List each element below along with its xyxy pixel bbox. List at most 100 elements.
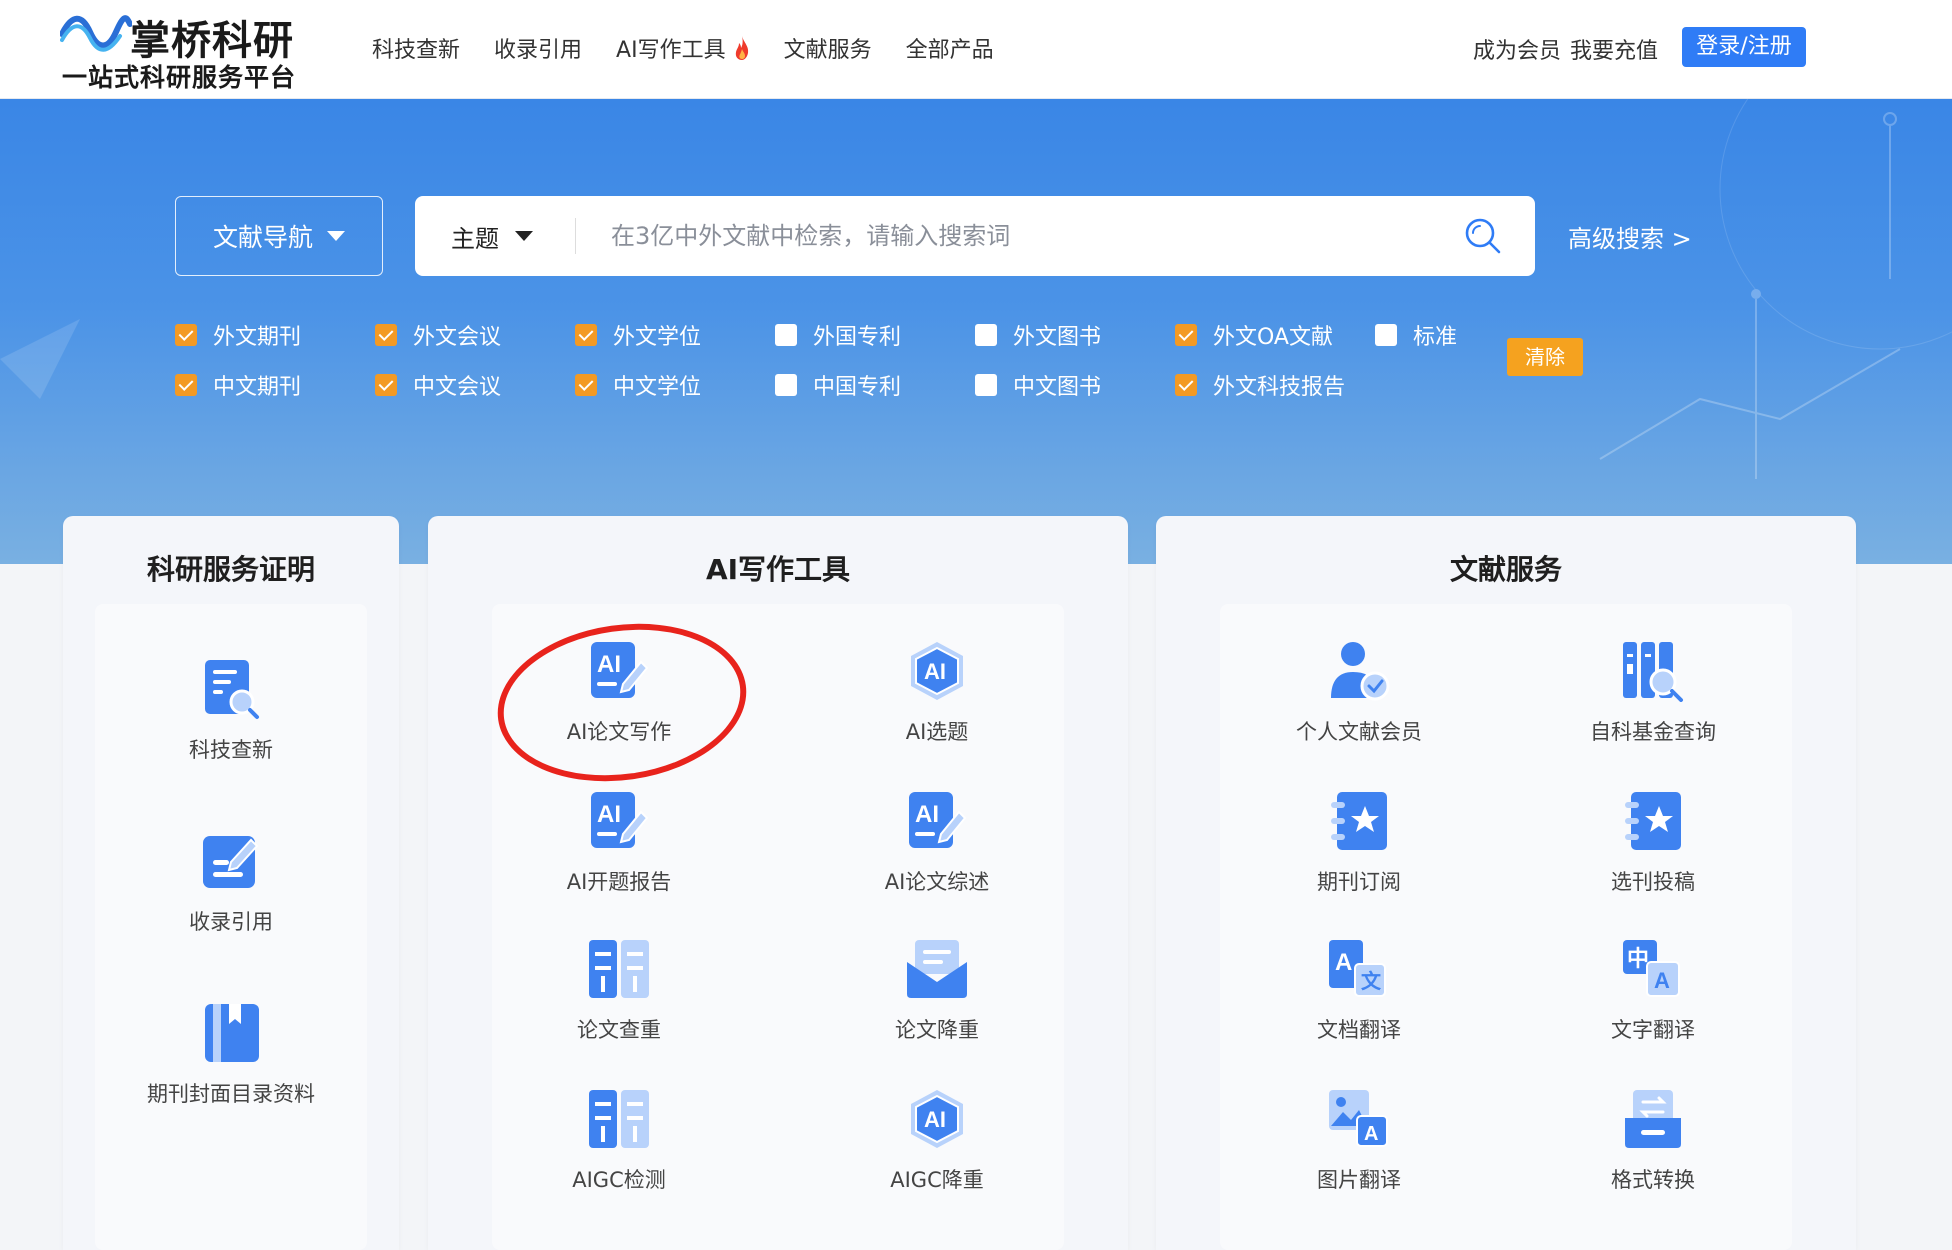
tile-ai-proposal[interactable]: AI AI开题报告 xyxy=(509,790,729,920)
tile-label: 文档翻译 xyxy=(1317,1018,1401,1042)
checkbox-checked[interactable] xyxy=(1175,324,1197,346)
filter-foreign-thesis[interactable]: 外文学位 xyxy=(575,319,701,351)
logo-wave-icon xyxy=(60,15,132,52)
filter-foreign-conference[interactable]: 外文会议 xyxy=(375,319,501,351)
star-book-icon xyxy=(1625,792,1681,850)
tile-novelty-search[interactable]: 科技查新 xyxy=(121,658,341,788)
tile-label: 论文查重 xyxy=(577,1018,661,1042)
become-member-link[interactable]: 成为会员 xyxy=(1473,33,1561,65)
ai-hexagon-icon: AI xyxy=(911,1090,963,1148)
nav-item-ai-writing[interactable]: AI写作工具 xyxy=(616,32,750,64)
svg-text:A: A xyxy=(1364,1123,1378,1145)
tile-plagiarism-check[interactable]: 论文查重 xyxy=(509,938,729,1068)
tile-image-translate[interactable]: A 图片翻译 xyxy=(1249,1088,1469,1218)
divider xyxy=(575,218,576,254)
filter-chinese-book[interactable]: 中文图书 xyxy=(975,369,1101,401)
filter-label: 外文学位 xyxy=(613,325,702,350)
text-translate-icon: 中 A xyxy=(1623,940,1680,997)
main-nav: 科技查新 收录引用 AI写作工具 文献服务 全部产品 xyxy=(372,32,1028,64)
literature-services-card: 文献服务 个人文献会员 自科基金查询 期刊订阅 选刊投稿 A 文 文档翻译 中 … xyxy=(1156,516,1856,1250)
checkbox-unchecked[interactable] xyxy=(775,374,797,396)
member-icon xyxy=(1331,642,1390,701)
tile-label: AI开题报告 xyxy=(566,870,672,894)
checkbox-checked[interactable] xyxy=(575,324,597,346)
filter-label: 外文期刊 xyxy=(213,325,302,350)
fire-icon xyxy=(735,36,748,60)
checkbox-unchecked[interactable] xyxy=(775,324,797,346)
nav-item-literature[interactable]: 文献服务 xyxy=(784,32,872,64)
tile-label: 收录引用 xyxy=(189,910,273,934)
filter-standard[interactable]: 标准 xyxy=(1375,319,1457,351)
filter-chinese-journal[interactable]: 中文期刊 xyxy=(175,369,301,401)
nav-label: 收录引用 xyxy=(494,38,583,63)
filter-chinese-conference[interactable]: 中文会议 xyxy=(375,369,501,401)
tile-label: AIGC降重 xyxy=(890,1168,984,1192)
fund-search-icon xyxy=(1623,642,1683,702)
clear-filters-button[interactable]: 清除 xyxy=(1507,338,1583,376)
tile-paper-rewrite[interactable]: 论文降重 xyxy=(827,938,1047,1068)
checkbox-checked[interactable] xyxy=(575,374,597,396)
tile-label: 自科基金查询 xyxy=(1590,720,1716,744)
recharge-link[interactable]: 我要充值 xyxy=(1570,33,1658,65)
card-title: 科研服务证明 xyxy=(146,553,315,586)
filter-chinese-thesis[interactable]: 中文学位 xyxy=(575,369,701,401)
advanced-search-link[interactable]: 高级搜索 > xyxy=(1568,219,1692,254)
ai-pen-icon: AI xyxy=(909,792,967,848)
filter-foreign-journal[interactable]: 外文期刊 xyxy=(175,319,301,351)
doc-search-icon xyxy=(205,660,259,719)
checkbox-unchecked[interactable] xyxy=(975,374,997,396)
site-logo[interactable]: 掌桥科研 一站式科研服务平台 xyxy=(60,6,310,92)
tile-journal-subscribe[interactable]: 期刊订阅 xyxy=(1249,790,1469,920)
login-register-button[interactable]: 登录/注册 xyxy=(1682,27,1806,67)
tile-personal-member[interactable]: 个人文献会员 xyxy=(1249,640,1469,770)
tile-ai-topic[interactable]: AI AI选题 xyxy=(827,640,1047,770)
doc-translate-icon: A 文 xyxy=(1329,940,1386,997)
search-input[interactable] xyxy=(611,214,1431,258)
filter-label: 中文会议 xyxy=(413,375,502,400)
filter-label: 外文图书 xyxy=(1013,325,1102,350)
filter-foreign-book[interactable]: 外文图书 xyxy=(975,319,1101,351)
tile-document-translate[interactable]: A 文 文档翻译 xyxy=(1249,938,1469,1068)
checkbox-checked[interactable] xyxy=(375,374,397,396)
tile-text-translate[interactable]: 中 A 文字翻译 xyxy=(1543,938,1763,1068)
checkbox-checked[interactable] xyxy=(1175,374,1197,396)
checkbox-checked[interactable] xyxy=(375,324,397,346)
filter-foreign-oa[interactable]: 外文OA文献 xyxy=(1175,319,1333,351)
tile-journal-cover[interactable]: 期刊封面目录资料 xyxy=(121,1002,341,1132)
tile-label: 期刊封面目录资料 xyxy=(147,1082,315,1106)
chevron-down-icon xyxy=(515,231,533,241)
literature-nav-label: 文献导航 xyxy=(212,223,313,252)
svg-text:文: 文 xyxy=(1361,969,1382,993)
svg-text:中: 中 xyxy=(1627,946,1649,971)
search-icon[interactable] xyxy=(1463,216,1503,256)
checkbox-unchecked[interactable] xyxy=(975,324,997,346)
tile-aigc-detection[interactable]: AIGC检测 xyxy=(509,1088,729,1218)
tile-label: 图片翻译 xyxy=(1317,1168,1401,1192)
filter-label: 中文学位 xyxy=(613,375,702,400)
checkbox-checked[interactable] xyxy=(175,374,197,396)
tile-ai-review[interactable]: AI AI论文综述 xyxy=(827,790,1047,920)
tile-label: 文字翻译 xyxy=(1611,1018,1695,1042)
ai-writing-tools-card: AI写作工具 AI AI论文写作 AI AI选题 AI AI开题报告 AI AI… xyxy=(428,516,1128,1250)
search-scope-select[interactable]: 主题 xyxy=(451,196,533,276)
checkbox-unchecked[interactable] xyxy=(1375,324,1397,346)
filter-tech-report[interactable]: 外文科技报告 xyxy=(1175,369,1345,401)
svg-text:A: A xyxy=(1335,949,1352,976)
nav-item-citation[interactable]: 收录引用 xyxy=(494,32,582,64)
filter-chinese-patent[interactable]: 中国专利 xyxy=(775,369,901,401)
tile-aigc-rewrite[interactable]: AI AIGC降重 xyxy=(827,1088,1047,1218)
tile-journal-submission[interactable]: 选刊投稿 xyxy=(1543,790,1763,920)
tile-label: 期刊订阅 xyxy=(1317,870,1401,894)
research-services-card: 科研服务证明 科技查新 收录引用 期刊封面目录资料 xyxy=(63,516,399,1250)
filter-foreign-patent[interactable]: 外国专利 xyxy=(775,319,901,351)
literature-nav-dropdown[interactable]: 文献导航 xyxy=(175,196,383,276)
tile-citation[interactable]: 收录引用 xyxy=(121,830,341,960)
tile-nsfc-search[interactable]: 自科基金查询 xyxy=(1543,640,1763,770)
nav-item-all-products[interactable]: 全部产品 xyxy=(906,32,994,64)
checkbox-checked[interactable] xyxy=(175,324,197,346)
tile-label: AIGC检测 xyxy=(572,1168,666,1192)
nav-item-novelty-search[interactable]: 科技查新 xyxy=(372,32,460,64)
filter-label: 标准 xyxy=(1413,325,1458,350)
nav-label: AI写作工具 xyxy=(616,38,726,63)
tile-format-convert[interactable]: 格式转换 xyxy=(1543,1088,1763,1218)
